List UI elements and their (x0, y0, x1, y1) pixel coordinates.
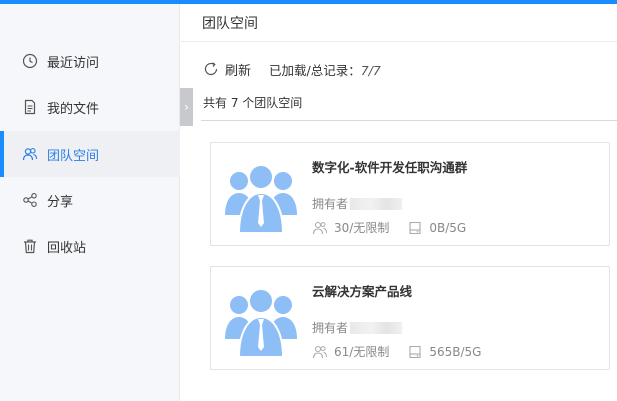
loaded-label: 已加载/总记录： (269, 62, 361, 78)
main-content: 团队空间 刷新 已加载/总记录：7/7 共有 7 个团队空间 数字化-软件开发任… (181, 4, 617, 401)
toolbar: 刷新 已加载/总记录：7/7 (203, 59, 381, 79)
share-icon (22, 192, 38, 208)
owner-redacted (350, 197, 403, 210)
members-count: 61/无限制 (334, 345, 390, 359)
refresh-label: 刷新 (225, 63, 252, 79)
trash-icon (22, 238, 38, 254)
team-avatar-icon (225, 164, 297, 233)
members-count: 30/无限制 (334, 221, 390, 235)
sidebar: 最近访问 我的文件 团队空间 分享 回收站 (0, 4, 180, 401)
total-count-text: 共有 7 个团队空间 (203, 96, 303, 110)
storage-icon (409, 345, 421, 358)
members-icon (312, 221, 327, 234)
team-space-card[interactable]: 数字化-软件开发任职沟通群 拥有者 30/无限制 0B/5G (210, 142, 610, 246)
divider (201, 120, 617, 121)
sidebar-item-share[interactable]: 分享 (0, 177, 180, 223)
sidebar-item-label: 回收站 (47, 240, 87, 256)
owner-label: 拥有者 (312, 197, 349, 211)
sidebar-item-label: 分享 (47, 194, 74, 210)
sidebar-item-recycle-bin[interactable]: 回收站 (0, 223, 180, 269)
storage-icon (409, 221, 421, 234)
space-owner: 拥有者 (312, 319, 403, 336)
team-avatar-icon (225, 288, 297, 357)
owner-redacted (350, 321, 403, 334)
team-space-card[interactable]: 云解决方案产品线 拥有者 61/无限制 565B/5G (210, 266, 610, 370)
sidebar-item-team-space[interactable]: 团队空间 (0, 131, 180, 177)
space-stats: 30/无限制 0B/5G (312, 219, 466, 236)
clock-icon (22, 53, 38, 69)
space-name: 云解决方案产品线 (312, 284, 413, 299)
team-icon (22, 146, 38, 162)
space-owner: 拥有者 (312, 195, 403, 212)
sidebar-item-label: 我的文件 (47, 101, 100, 117)
space-name: 数字化-软件开发任职沟通群 (312, 160, 468, 175)
page-title: 团队空间 (202, 15, 258, 32)
page-header: 团队空间 (181, 4, 617, 42)
refresh-button[interactable]: 刷新 (203, 60, 251, 79)
members-icon (312, 345, 327, 358)
refresh-icon (204, 62, 218, 76)
document-icon (22, 99, 38, 115)
storage-usage: 0B/5G (429, 220, 467, 235)
owner-label: 拥有者 (312, 321, 349, 335)
sidebar-item-my-files[interactable]: 我的文件 (0, 84, 180, 130)
sidebar-item-recent[interactable]: 最近访问 (0, 38, 180, 84)
sidebar-item-label: 团队空间 (47, 148, 100, 164)
sidebar-item-label: 最近访问 (47, 55, 100, 71)
loaded-status: 已加载/总记录：7/7 (269, 60, 381, 79)
space-stats: 61/无限制 565B/5G (312, 343, 481, 360)
storage-usage: 565B/5G (429, 344, 482, 359)
loaded-count: 7/7 (360, 62, 381, 78)
